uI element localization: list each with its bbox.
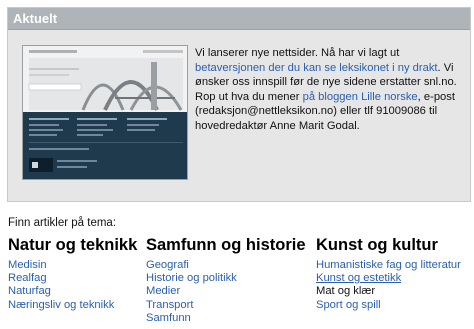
topic-link-samfunn[interactable]: Samfunn xyxy=(146,312,191,324)
topic-column-natur: Natur og teknikk Medisin Realfag Naturfa… xyxy=(8,235,137,312)
topic-link-mat-klaer[interactable]: Mat og klær xyxy=(316,285,375,297)
topic-link-kunst-estetikk[interactable]: Kunst og estetikk xyxy=(316,272,401,284)
topic-heading-samfunn: Samfunn og historie xyxy=(146,236,306,254)
topic-link-naturfag[interactable]: Naturfag xyxy=(8,285,51,297)
topic-link-humanistiske-fag[interactable]: Humanistiske fag og litteratur xyxy=(316,259,461,271)
topic-link-medisin[interactable]: Medisin xyxy=(8,259,47,271)
topic-list-samfunn: Geografi Historie og politikk Medier Tra… xyxy=(146,259,306,325)
topic-link-realfag[interactable]: Realfag xyxy=(8,272,47,284)
topic-column-samfunn: Samfunn og historie Geografi Historie og… xyxy=(146,235,306,325)
topics-intro: Finn artikler på tema: xyxy=(8,217,117,229)
news-header: Aktuelt xyxy=(8,8,470,30)
topic-link-historie[interactable]: Historie og politikk xyxy=(146,272,237,284)
topic-link-naeringsliv[interactable]: Næringsliv og teknikk xyxy=(8,299,114,311)
news-text: Vi lanserer nye nettsider. Nå har vi lag… xyxy=(195,46,465,134)
topic-link-transport[interactable]: Transport xyxy=(146,299,193,311)
preview-illustration xyxy=(23,46,187,179)
topic-list-natur: Medisin Realfag Naturfag Næringsliv og t… xyxy=(8,259,137,312)
topic-list-kunst: Humanistiske fag og litteratur Kunst og … xyxy=(316,259,461,312)
beta-version-link[interactable]: betaversjonen der du kan se leksikonet i… xyxy=(195,62,438,74)
beta-site-preview-image[interactable] xyxy=(22,45,188,180)
topic-link-medier[interactable]: Medier xyxy=(146,285,180,297)
topic-heading-kunst: Kunst og kultur xyxy=(316,236,438,254)
topic-link-geografi[interactable]: Geografi xyxy=(146,259,189,271)
topic-heading-natur: Natur og teknikk xyxy=(8,236,138,254)
news-text-part-1: Vi lanserer nye nettsider. Nå har vi lag… xyxy=(195,47,400,59)
topic-link-sport-spill[interactable]: Sport og spill xyxy=(316,299,381,311)
topic-column-kunst: Kunst og kultur Humanistiske fag og litt… xyxy=(316,235,461,312)
blog-link[interactable]: på bloggen Lille norske xyxy=(303,91,418,103)
news-box: Aktuelt Vi lanserer nye nettsider. Nå ha… xyxy=(7,7,471,202)
